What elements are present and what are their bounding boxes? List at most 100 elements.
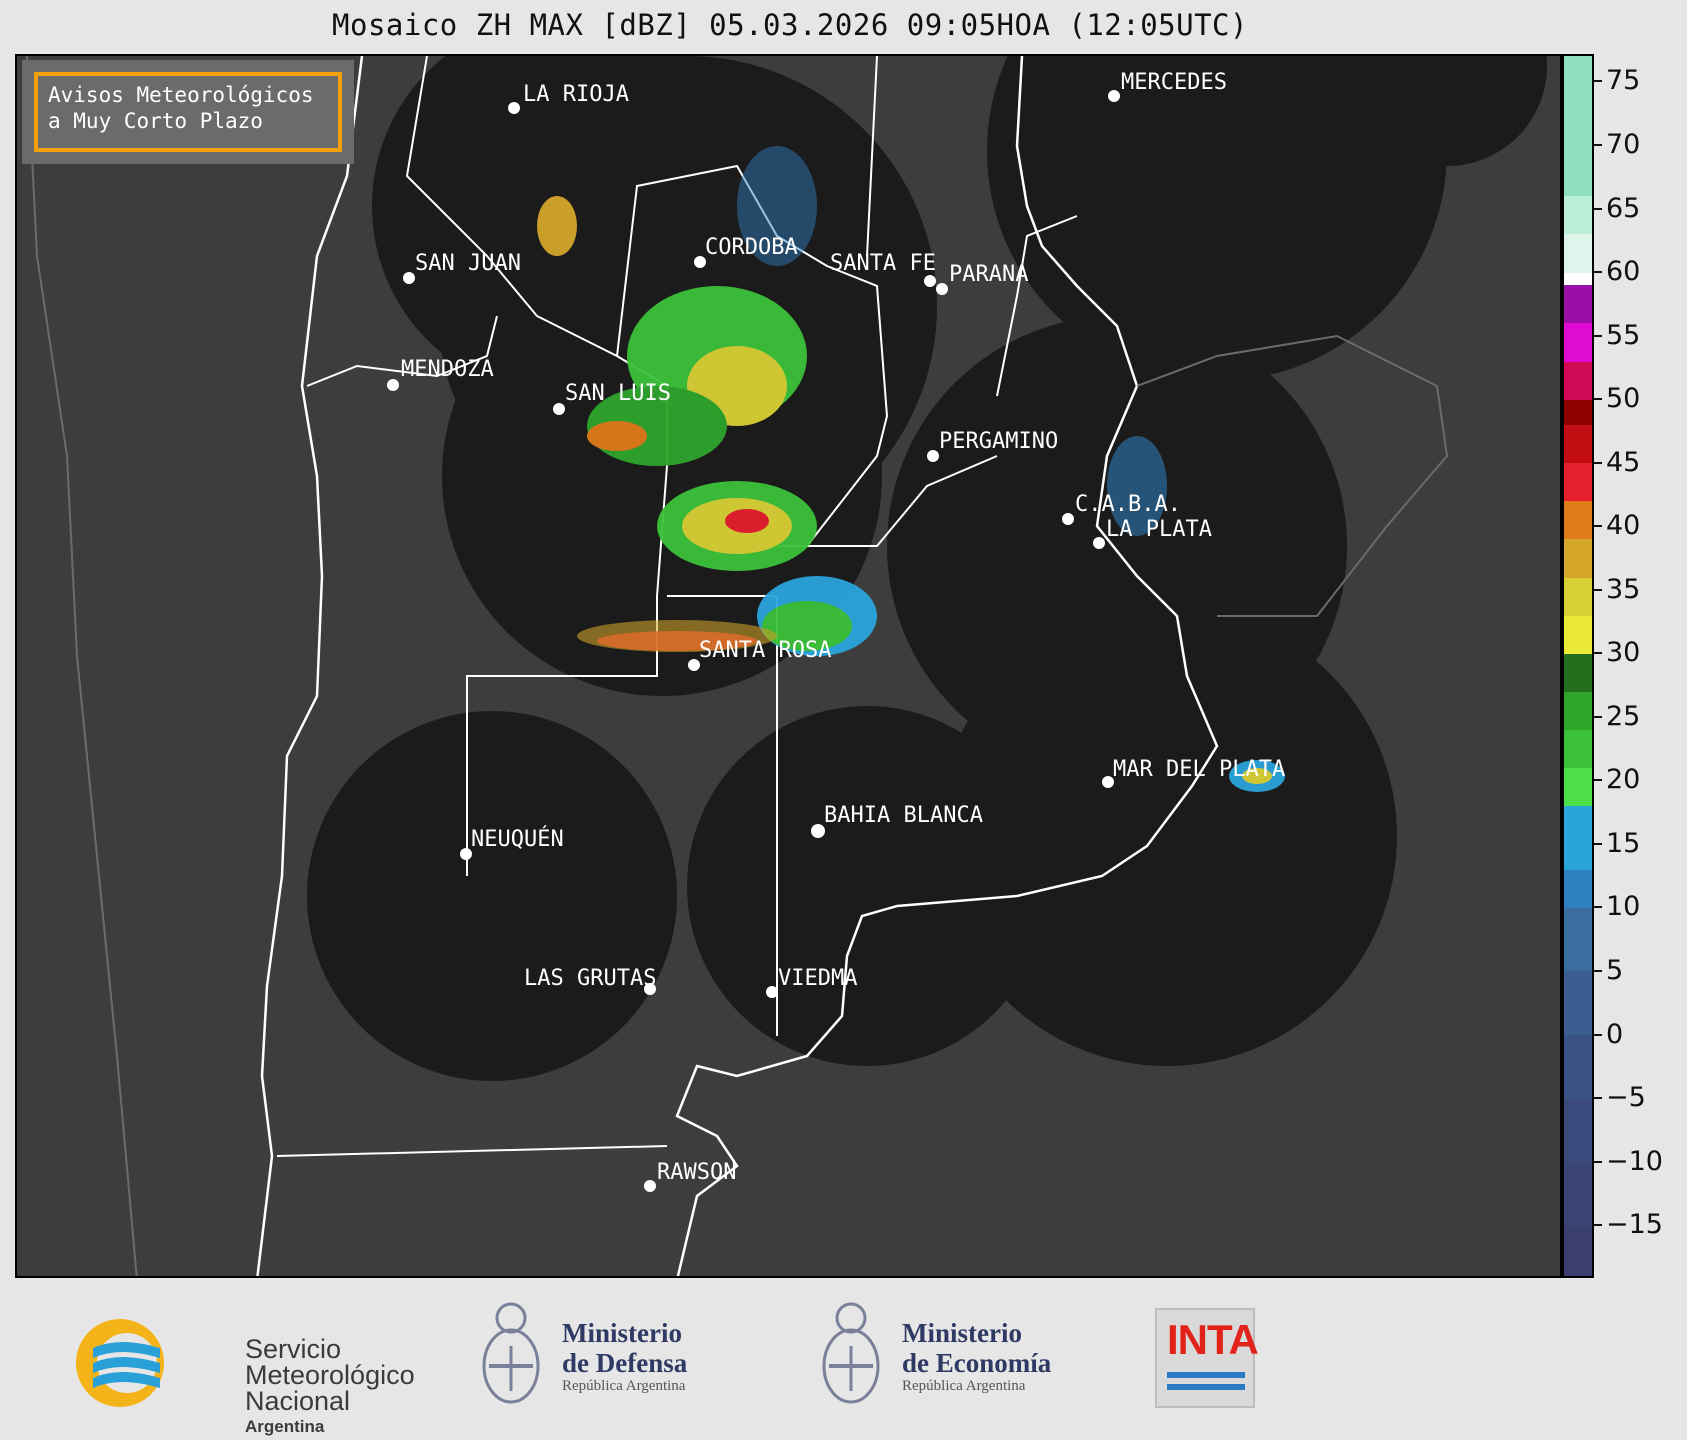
inta-stripe-2 — [1167, 1384, 1245, 1390]
color-scale-band — [1564, 1161, 1592, 1226]
color-scale-tick-mark — [1594, 906, 1602, 909]
color-scale-tick-mark — [1594, 1033, 1602, 1036]
color-scale-band — [1564, 284, 1592, 324]
color-scale-tick-mark — [1594, 461, 1602, 464]
city-label: MAR DEL PLATA — [1113, 757, 1285, 782]
city-label: PERGAMINO — [939, 429, 1058, 454]
color-scale-band — [1564, 361, 1592, 400]
color-scale-band — [1564, 767, 1592, 807]
color-scale-tick-mark — [1594, 715, 1602, 718]
city-label: RAWSON — [657, 1160, 736, 1185]
color-scale-tick-label: 45 — [1606, 446, 1641, 478]
color-scale-tick-label: 40 — [1606, 510, 1641, 542]
color-scale-band — [1564, 577, 1592, 616]
smn-logo: Servicio Meteorológico Nacional Argentin… — [65, 1308, 415, 1436]
inta-logo: INTA — [1155, 1308, 1259, 1408]
color-scale-tick-mark — [1594, 80, 1602, 83]
color-scale-band — [1564, 907, 1592, 972]
smn-emblem-icon — [76, 1319, 164, 1407]
color-scale-tick-mark — [1594, 207, 1602, 210]
color-scale-band — [1564, 500, 1592, 540]
short-term-warnings-box[interactable]: Avisos Meteorológicos a Muy Corto Plazo — [22, 60, 354, 164]
color-scale-tick-mark — [1594, 842, 1602, 845]
argentina-coat-of-arms-icon — [482, 1302, 540, 1404]
color-scale-tick-mark — [1594, 334, 1602, 337]
color-scale-band — [1564, 1098, 1592, 1163]
smn-name-line-1: Servicio — [245, 1334, 342, 1364]
color-scale-band — [1564, 462, 1592, 502]
city-label: LA PLATA — [1106, 517, 1212, 542]
color-scale-tick-label: 60 — [1606, 256, 1641, 288]
defensa-logo: Ministerio de Defensa República Argentin… — [480, 1296, 740, 1416]
color-scale-tick-label: −5 — [1606, 1082, 1646, 1114]
color-scale-band — [1564, 399, 1592, 426]
short-term-warnings-label: Avisos Meteorológicos a Muy Corto Plazo — [34, 72, 342, 152]
city-label: MERCEDES — [1121, 70, 1227, 95]
defensa-line-3: República Argentina — [562, 1378, 686, 1394]
color-scale-tick-mark — [1594, 1097, 1602, 1100]
city-label: SANTA FE — [830, 251, 936, 276]
economia-logo: Ministerio de Economía República Argenti… — [820, 1296, 1100, 1416]
inta-stripe-1 — [1167, 1372, 1245, 1378]
city-label: CORDOBA — [705, 235, 798, 260]
radar-map[interactable]: LA RIOJA CORDOBA SAN JUAN SANTA FE PARAN… — [15, 54, 1562, 1278]
color-scale-band — [1564, 272, 1592, 286]
color-scale-band — [1564, 233, 1592, 273]
city-label: VIEDMA — [778, 966, 857, 991]
color-scale-tick-label: 5 — [1606, 955, 1624, 986]
city-label: LA RIOJA — [523, 82, 629, 107]
color-scale-tick-mark — [1594, 271, 1602, 274]
smn-name-line-3: Nacional — [245, 1386, 351, 1416]
color-scale-band — [1564, 653, 1592, 692]
economia-line-2: de Economía — [902, 1348, 1052, 1378]
notice-line-2: a Muy Corto Plazo — [48, 109, 263, 133]
color-scale-tick-label: 10 — [1606, 891, 1641, 923]
color-scale-band — [1564, 424, 1592, 464]
color-scale-bar — [1562, 54, 1594, 1278]
city-label: BAHIA BLANCA — [824, 803, 983, 828]
color-scale-band — [1564, 195, 1592, 235]
logo-footer: Servicio Meteorológico Nacional Argentin… — [0, 1278, 1687, 1438]
color-scale-tick-mark — [1594, 588, 1602, 591]
color-scale-tick-label: 55 — [1606, 319, 1641, 351]
color-scale-tick-label: 15 — [1606, 827, 1641, 859]
smn-name-line-2: Meteorológico — [245, 1360, 415, 1390]
city-label: PARANA — [949, 262, 1028, 287]
color-scale-band — [1564, 971, 1592, 1036]
color-scale-tick-mark — [1594, 652, 1602, 655]
color-scale-band — [1564, 1225, 1592, 1276]
color-scale-tick-label: −10 — [1606, 1145, 1663, 1177]
color-scale-tick-mark — [1594, 1160, 1602, 1163]
city-label: SANTA ROSA — [699, 638, 831, 663]
map-title: Mosaico ZH MAX [dBZ] 05.03.2026 09:05HOA… — [332, 8, 1248, 42]
defensa-line-2: de Defensa — [562, 1348, 688, 1378]
color-scale-tick-mark — [1594, 525, 1602, 528]
color-scale-band — [1564, 322, 1592, 362]
economia-line-3: República Argentina — [902, 1378, 1026, 1394]
defensa-line-1: Ministerio — [562, 1318, 682, 1348]
city-label: C.A.B.A. — [1075, 492, 1181, 517]
color-scale-band — [1564, 691, 1592, 731]
city-label: SAN JUAN — [415, 251, 521, 276]
color-scale-tick-mark — [1594, 143, 1602, 146]
color-scale-tick-label: 65 — [1606, 192, 1641, 224]
color-scale-tick-mark — [1594, 779, 1602, 782]
color-scale-tick-label: 20 — [1606, 764, 1641, 796]
city-label: LAS GRUTAS — [524, 966, 656, 991]
color-scale-tick-label: 25 — [1606, 700, 1641, 732]
argentina-coat-of-arms-icon — [822, 1302, 880, 1404]
color-scale-tick-label: 50 — [1606, 383, 1641, 415]
smn-country: Argentina — [245, 1417, 325, 1436]
color-scale-band — [1564, 56, 1592, 197]
color-scale-tick-label: 70 — [1606, 128, 1641, 160]
color-scale-tick-label: 0 — [1606, 1018, 1624, 1050]
city-label: NEUQUÉN — [471, 826, 564, 852]
color-scale-tick-label: 35 — [1606, 573, 1641, 605]
city-label: SAN LUIS — [565, 381, 671, 406]
color-scale-band — [1564, 1034, 1592, 1099]
color-scale-tick-mark — [1594, 398, 1602, 401]
color-scale-tick-label: −15 — [1606, 1209, 1663, 1241]
economia-line-1: Ministerio — [902, 1318, 1022, 1348]
color-scale-tick-mark — [1594, 970, 1602, 972]
color-scale-tick-mark — [1594, 1224, 1602, 1227]
